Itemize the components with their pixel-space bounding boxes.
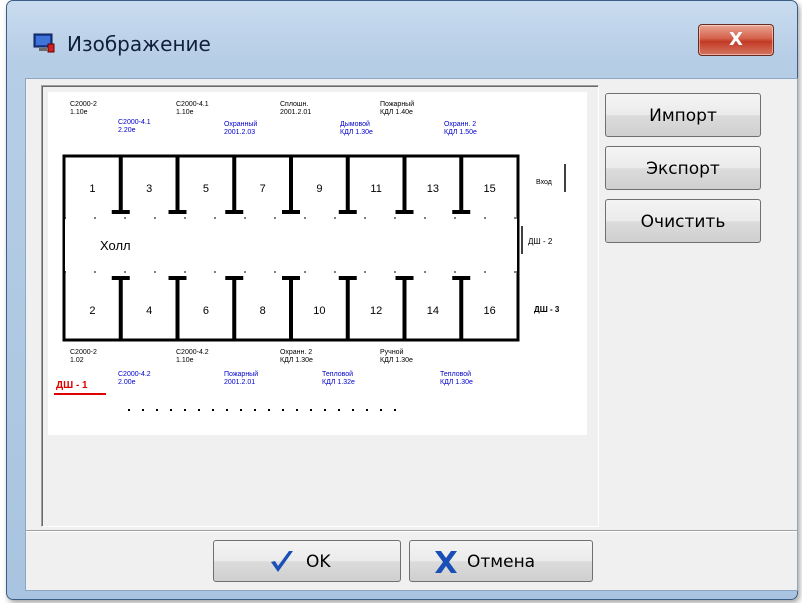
legend-red-label: ДШ - 1 bbox=[56, 380, 88, 391]
device-label-top-address: 2.20е bbox=[118, 127, 136, 134]
room-number-bottom: 16 bbox=[484, 305, 496, 317]
device-label-bottom-address: 1.02 bbox=[70, 357, 84, 364]
dot-marker bbox=[282, 409, 284, 411]
dot-marker bbox=[240, 409, 242, 411]
device-label-top-address: 2001.2.01 bbox=[280, 109, 311, 116]
device-label-top: Дымовой bbox=[340, 120, 370, 128]
dot-marker bbox=[170, 409, 172, 411]
dot-marker bbox=[268, 409, 270, 411]
device-label-bottom-address: 1.10е bbox=[176, 357, 194, 364]
room-number-top: 15 bbox=[484, 183, 496, 195]
corridor-area bbox=[65, 219, 517, 271]
device-label-top: Пожарный bbox=[380, 100, 414, 108]
device-label-top-address: КДЛ 1.40е bbox=[380, 109, 413, 116]
dot-marker bbox=[296, 409, 298, 411]
device-label-bottom: Пожарный bbox=[224, 370, 258, 378]
import-button[interactable]: Импорт bbox=[605, 93, 761, 137]
cancel-button-label: Отмена bbox=[467, 552, 536, 572]
room-number-bottom: 6 bbox=[203, 305, 209, 317]
device-label-bottom: С2000-4.2 bbox=[176, 349, 209, 356]
room-number-top: 1 bbox=[89, 183, 95, 195]
title-bar[interactable]: Изображение X bbox=[7, 1, 797, 81]
dot-marker bbox=[366, 409, 368, 411]
dot-marker bbox=[324, 409, 326, 411]
dot-marker bbox=[352, 409, 354, 411]
dot-marker bbox=[380, 409, 382, 411]
export-button[interactable]: Экспорт bbox=[605, 146, 761, 190]
dot-marker bbox=[338, 409, 340, 411]
device-label-bottom-address: КДЛ 1.30е bbox=[280, 357, 313, 364]
dot-marker bbox=[226, 409, 228, 411]
room-number-top: 11 bbox=[370, 183, 381, 195]
dot-marker bbox=[254, 409, 256, 411]
device-label-top: Сплошн. bbox=[280, 101, 308, 108]
dot-marker bbox=[142, 409, 144, 411]
dot-marker bbox=[394, 409, 396, 411]
dot-marker bbox=[156, 409, 158, 411]
device-label-top-address: КДЛ 1.30е bbox=[340, 129, 373, 136]
device-label-top-address: КДЛ 1.50е bbox=[444, 129, 477, 136]
device-label-bottom: Тепловой bbox=[322, 370, 353, 378]
device-label-bottom-address: 2.00е bbox=[118, 379, 136, 386]
device-label-bottom: Охранн. 2 bbox=[280, 349, 312, 356]
close-button[interactable]: X bbox=[698, 24, 774, 56]
device-label-bottom-address: КДЛ 1.30е bbox=[440, 379, 473, 386]
room-number-top: 9 bbox=[316, 183, 322, 195]
dot-marker bbox=[128, 409, 130, 411]
room-number-bottom: 10 bbox=[313, 305, 325, 317]
device-label-bottom: Ручной bbox=[380, 348, 404, 356]
dialog-button-bar: OK Отмена bbox=[26, 530, 797, 591]
dot-marker bbox=[310, 409, 312, 411]
close-x-icon: X bbox=[729, 29, 743, 50]
room-number-bottom: 12 bbox=[370, 305, 382, 317]
device-label-bottom-address: КДЛ 1.32е bbox=[322, 379, 355, 386]
side-label-2: ДШ - 2 bbox=[528, 237, 553, 246]
room-number-bottom: 2 bbox=[89, 305, 95, 317]
room-number-top: 5 bbox=[203, 183, 209, 195]
cancel-button[interactable]: Отмена bbox=[409, 540, 593, 582]
room-number-bottom: 14 bbox=[427, 305, 439, 317]
room-number-top: 7 bbox=[260, 183, 266, 195]
monitor-icon bbox=[33, 33, 55, 53]
ok-button[interactable]: OK bbox=[213, 540, 401, 582]
clear-button[interactable]: Очистить bbox=[605, 199, 761, 243]
dialog-client-area: 1 3 5 7 9 11 13 15 2 4 6 8 10 12 14 16 Холл С2000-2 1.10е С… bbox=[25, 78, 798, 591]
room-number-bottom: 4 bbox=[146, 305, 152, 317]
image-preview-panel: 1 3 5 7 9 11 13 15 2 4 6 8 10 12 14 16 Холл С2000-2 1.10е С… bbox=[41, 85, 599, 527]
device-label-bottom-address: 2001.2.01 bbox=[224, 379, 255, 386]
hall-label: Холл bbox=[100, 238, 131, 253]
room-number-bottom: 8 bbox=[260, 305, 266, 317]
floor-plan-image: 1 3 5 7 9 11 13 152 4 6 8 10 12 14 16ХоллС2000-21.10еС… bbox=[48, 92, 587, 435]
dialog-window: Изображение X 1 3 5 7 9 11 13 15 2 4 6 8 10 12 14 16 Хол… bbox=[6, 0, 798, 600]
device-label-bottom-address: КДЛ 1.30е bbox=[380, 357, 413, 364]
device-label-top: С2000-4.1 bbox=[176, 101, 209, 108]
device-label-bottom: С2000-2 bbox=[70, 349, 97, 356]
dot-marker bbox=[212, 409, 214, 411]
side-label-entrance: Вход bbox=[536, 179, 552, 186]
room-number-top: 3 bbox=[146, 183, 152, 195]
window-title: Изображение bbox=[67, 32, 211, 56]
side-label-3: ДШ - 3 bbox=[534, 305, 560, 314]
device-label-top: С2000-4.1 bbox=[118, 119, 151, 126]
ok-button-label: OK bbox=[306, 552, 331, 572]
device-label-top-address: 2001.2.03 bbox=[224, 129, 255, 136]
device-label-top-address: 1.10е bbox=[176, 109, 194, 116]
device-label-top: Охранн. 2 bbox=[444, 121, 476, 128]
dot-marker bbox=[198, 409, 200, 411]
device-label-bottom: Тепловой bbox=[440, 370, 471, 378]
room-number-top: 13 bbox=[427, 183, 439, 195]
device-label-bottom: С2000-4.2 bbox=[118, 371, 151, 378]
device-label-top-address: 1.10е bbox=[70, 109, 88, 116]
checkmark-icon bbox=[271, 551, 293, 572]
cross-icon bbox=[435, 551, 457, 573]
device-label-top: Охранный bbox=[224, 120, 257, 128]
device-label-top: С2000-2 bbox=[70, 101, 97, 108]
dot-marker bbox=[184, 409, 186, 411]
